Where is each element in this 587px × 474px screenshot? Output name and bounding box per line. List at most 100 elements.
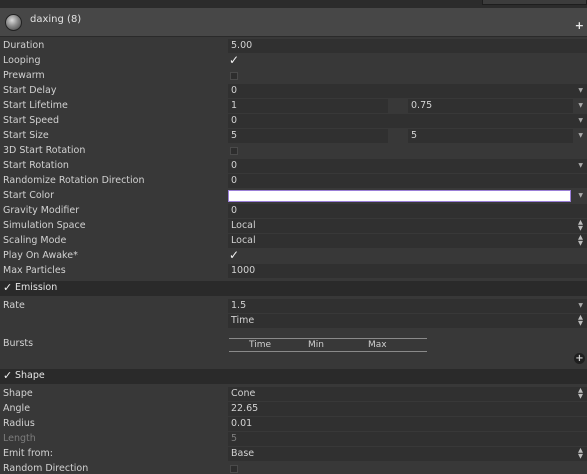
row-duration: Duration 5.00 (0, 39, 587, 54)
scaling-mode-select[interactable]: Local ▲ ▼ (228, 234, 587, 248)
row-rate-mode: Time ▲ ▼ (0, 314, 587, 329)
rate-mode-select[interactable]: Time ▲ ▼ (228, 314, 587, 328)
row-prewarm: Prewarm (0, 69, 587, 84)
start-lifetime-min-field[interactable]: 1 (228, 99, 388, 113)
shape-updown-icon: ▲ ▼ (578, 386, 583, 400)
start-delay-field[interactable]: 0 ▼ (228, 84, 587, 98)
start-speed-field[interactable]: 0 ▼ (228, 114, 587, 128)
start-speed-dropdown-icon[interactable]: ▼ (578, 117, 583, 124)
row-start-delay: Start Delay 0 ▼ (0, 84, 587, 99)
row-shape: Shape Cone ▲ ▼ (0, 387, 587, 402)
simulation-space-select[interactable]: Local ▲ ▼ (228, 219, 587, 233)
row-start-size: Start Size 5 5 ▼ (0, 129, 587, 144)
bursts-col-min: Min (308, 340, 324, 350)
random-direction-checkbox[interactable] (230, 465, 238, 473)
start-delay-dropdown-icon[interactable]: ▼ (578, 87, 583, 94)
angle-label: Angle (3, 403, 31, 414)
shape-value: Cone (231, 388, 256, 399)
duration-label: Duration (3, 40, 45, 51)
start-rotation-field[interactable]: 0 ▼ (228, 159, 587, 173)
row-gravity-modifier: Gravity Modifier 0 (0, 204, 587, 219)
start-color-dropdown-icon[interactable]: ▼ (578, 192, 583, 199)
start-lifetime-max-field[interactable]: 0.75 (408, 99, 573, 113)
start-size-dropdown-icon[interactable]: ▼ (578, 132, 583, 139)
rate-label: Rate (3, 300, 25, 311)
emission-enable-checkbox[interactable]: ✓ (3, 281, 12, 294)
row-scaling-mode: Scaling Mode Local ▲ ▼ (0, 234, 587, 249)
looping-checkbox[interactable]: ✓ (229, 54, 239, 67)
3d-start-rotation-checkbox[interactable] (230, 147, 238, 155)
start-color-swatch[interactable] (228, 190, 571, 202)
add-module-icon[interactable]: + (575, 20, 584, 31)
start-size-min-field[interactable]: 5 (228, 129, 388, 143)
randomize-rotation-label: Randomize Rotation Direction (3, 175, 145, 186)
row-start-lifetime: Start Lifetime 1 0.75 ▼ (0, 99, 587, 114)
randomize-rotation-field[interactable]: 0 (228, 174, 587, 188)
emit-from-select[interactable]: Base ▲ ▼ (228, 447, 587, 461)
start-lifetime-min-value: 1 (231, 100, 238, 111)
rate-mode-updown-icon: ▲ ▼ (578, 313, 583, 327)
emit-from-value: Base (231, 448, 255, 459)
start-color-label: Start Color (3, 190, 55, 201)
start-rotation-value: 0 (231, 160, 238, 171)
start-lifetime-dropdown-icon[interactable]: ▼ (578, 102, 583, 109)
start-speed-value: 0 (231, 115, 238, 126)
emission-section-header[interactable]: ✓ Emission (0, 281, 587, 296)
gravity-modifier-field[interactable]: 0 (228, 204, 587, 218)
row-randomize-rotation: Randomize Rotation Direction 0 (0, 174, 587, 189)
duration-value: 5.00 (231, 40, 253, 51)
start-rotation-dropdown-icon[interactable]: ▼ (578, 162, 583, 169)
row-radius: Radius 0.01 (0, 417, 587, 432)
particle-system-header[interactable]: daxing (8) + (0, 8, 587, 37)
radius-label: Radius (3, 418, 35, 429)
randomize-rotation-value: 0 (231, 175, 238, 186)
max-particles-value: 1000 (231, 265, 256, 276)
shape-title: Shape (15, 370, 45, 381)
simulation-space-updown-icon: ▲ ▼ (578, 218, 583, 232)
length-value: 5 (231, 433, 238, 444)
prewarm-label: Prewarm (3, 70, 45, 81)
angle-value: 22.65 (231, 403, 259, 414)
emission-title: Emission (15, 282, 58, 293)
length-field: 5 (228, 432, 587, 446)
add-burst-icon[interactable]: + (574, 353, 585, 364)
particle-system-title: daxing (8) (30, 14, 82, 25)
emit-from-label: Emit from: (3, 448, 53, 459)
simulation-space-value: Local (231, 220, 256, 231)
start-delay-value: 0 (231, 85, 238, 96)
row-max-particles: Max Particles 1000 (0, 264, 587, 279)
row-start-speed: Start Speed 0 ▼ (0, 114, 587, 129)
rate-dropdown-icon[interactable]: ▼ (578, 302, 583, 309)
scaling-mode-value: Local (231, 235, 256, 246)
row-length: Length 5 (0, 432, 587, 447)
prewarm-checkbox[interactable] (230, 72, 238, 80)
play-on-awake-checkbox[interactable]: ✓ (229, 249, 239, 262)
row-random-direction: Random Direction (0, 462, 587, 474)
3d-start-rotation-label: 3D Start Rotation (3, 145, 86, 156)
play-on-awake-label: Play On Awake* (3, 250, 78, 261)
rate-field[interactable]: 1.5 ▼ (228, 299, 587, 313)
tab-stub (482, 0, 587, 5)
angle-field[interactable]: 22.65 (228, 402, 587, 416)
emit-from-updown-icon: ▲ ▼ (578, 446, 583, 460)
bursts-label: Bursts (3, 338, 34, 349)
start-size-max-field[interactable]: 5 (408, 129, 573, 143)
radius-field[interactable]: 0.01 (228, 417, 587, 431)
max-particles-field[interactable]: 1000 (228, 264, 587, 278)
row-rate: Rate 1.5 ▼ (0, 299, 587, 314)
start-rotation-label: Start Rotation (3, 160, 69, 171)
scaling-mode-label: Scaling Mode (3, 235, 67, 246)
bursts-table-top-line (229, 338, 427, 339)
bursts-col-max: Max (368, 340, 387, 350)
random-direction-label: Random Direction (3, 463, 89, 474)
duration-field[interactable]: 5.00 (228, 39, 587, 53)
bursts-table-bottom-line (229, 351, 427, 352)
start-lifetime-max-value: 0.75 (411, 100, 433, 111)
start-delay-label: Start Delay (3, 85, 57, 96)
row-angle: Angle 22.65 (0, 402, 587, 417)
shape-select[interactable]: Cone ▲ ▼ (228, 387, 587, 401)
shape-section-header[interactable]: ✓ Shape (0, 369, 587, 384)
gravity-modifier-label: Gravity Modifier (3, 205, 80, 216)
shape-enable-checkbox[interactable]: ✓ (3, 369, 12, 382)
simulation-space-label: Simulation Space (3, 220, 86, 231)
